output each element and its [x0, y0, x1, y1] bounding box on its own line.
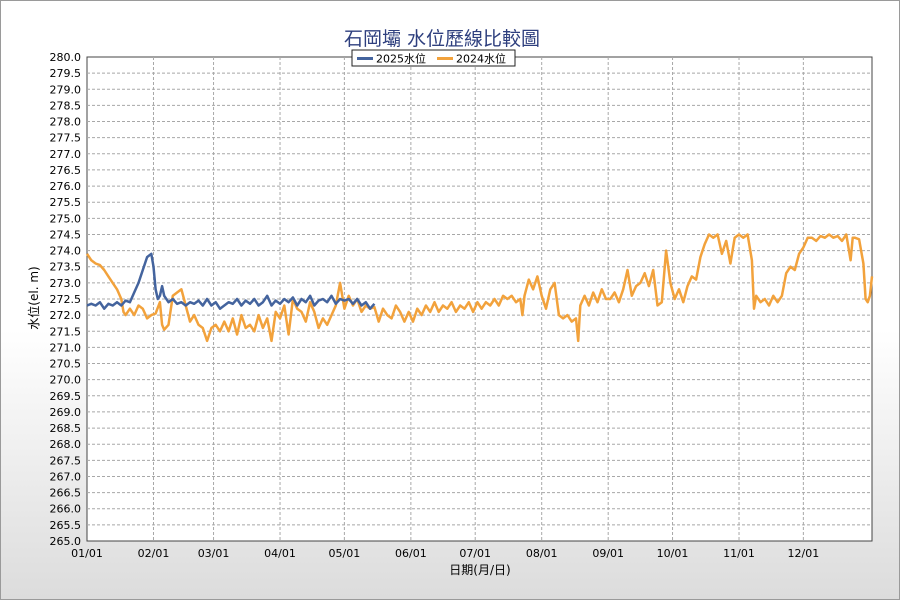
legend-label-2024: 2024水位: [456, 52, 506, 66]
x-tick-label: 01/01: [71, 547, 103, 560]
y-tick-label: 277.5: [50, 132, 82, 145]
y-tick-label: 269.0: [50, 406, 82, 419]
y-tick-label: 266.0: [50, 503, 82, 516]
x-tick-label: 09/01: [592, 547, 624, 560]
chart-title: 石岡壩 水位歷線比較圖: [344, 28, 540, 50]
y-tick-label: 271.0: [50, 341, 82, 354]
y-tick-label: 271.5: [50, 325, 82, 338]
y-tick-label: 273.5: [50, 261, 82, 274]
y-tick-label: 265.5: [50, 519, 82, 532]
y-tick-label: 272.0: [50, 309, 82, 322]
y-tick-label: 275.5: [50, 196, 82, 209]
y-tick-label: 268.5: [50, 422, 82, 435]
x-tick-label: 11/01: [723, 547, 755, 560]
y-tick-label: 268.0: [50, 438, 82, 451]
x-tick-label: 10/01: [657, 547, 689, 560]
y-tick-label: 266.5: [50, 487, 82, 500]
y-tick-label: 269.5: [50, 390, 82, 403]
legend-label-2025: 2025水位: [376, 52, 426, 66]
y-tick-label: 278.5: [50, 99, 82, 112]
x-tick-label: 03/01: [198, 547, 230, 560]
y-tick-label: 279.0: [50, 83, 82, 96]
y-tick-label: 273.0: [50, 277, 82, 290]
water-level-chart: 石岡壩 水位歷線比較圖 265.0265.5266.0266.5267.0267…: [26, 28, 874, 577]
x-axis-ticks: 01/01 02/01 03/01 04/01 05/01 06/01 07/01 08/01…: [71, 547, 819, 560]
y-tick-label: 274.5: [50, 228, 82, 241]
x-tick-label: 05/01: [329, 547, 361, 560]
x-tick-label: 08/01: [526, 547, 558, 560]
y-tick-label: 267.5: [50, 454, 82, 467]
x-tick-label: 06/01: [395, 547, 427, 560]
x-tick-label: 07/01: [459, 547, 491, 560]
y-tick-label: 278.0: [50, 116, 82, 129]
legend: 2025水位 2024水位: [351, 49, 516, 67]
y-tick-label: 276.5: [50, 164, 82, 177]
y-tick-label: 277.0: [50, 148, 82, 161]
x-tick-label: 12/01: [788, 547, 820, 560]
x-tick-label: 04/01: [264, 547, 296, 560]
y-tick-label: 279.5: [50, 67, 82, 80]
y-tick-label: 270.5: [50, 358, 82, 371]
y-tick-label: 276.0: [50, 180, 82, 193]
y-tick-label: 270.0: [50, 374, 82, 387]
y-axis-ticks: 265.0265.5266.0266.5267.0267.5268.0268.5…: [50, 51, 82, 548]
y-axis-label: 水位(el. m): [26, 266, 41, 329]
y-tick-label: 267.0: [50, 470, 82, 483]
x-tick-label: 02/01: [138, 547, 170, 560]
y-tick-label: 275.0: [50, 212, 82, 225]
y-tick-label: 272.5: [50, 293, 82, 306]
x-axis-label: 日期(月/日): [449, 563, 510, 577]
y-tick-label: 274.0: [50, 245, 82, 258]
y-tick-label: 280.0: [50, 51, 82, 64]
